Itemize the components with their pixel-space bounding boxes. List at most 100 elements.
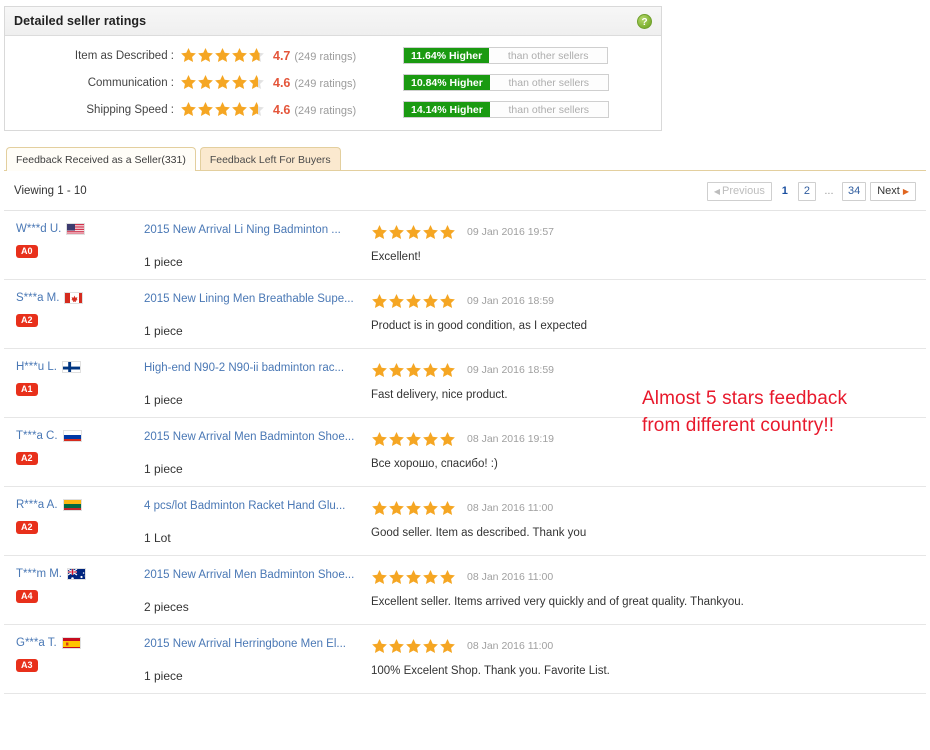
- buyer-name-link[interactable]: H***u L.: [16, 361, 144, 373]
- feedback-star-rating: [371, 430, 456, 448]
- feedback-item-cell: 2015 New Arrival Li Ning Badminton ...1 …: [144, 223, 359, 269]
- buyer-name: T***m M.: [16, 568, 62, 580]
- dsr-row: Item as Described :4.7(249 ratings)11.64…: [5, 42, 661, 69]
- product-title-link[interactable]: 2015 New Arrival Li Ning Badminton ...: [144, 223, 359, 238]
- star-icon: [405, 293, 422, 310]
- dsr-row-label: Shipping Speed :: [5, 104, 180, 116]
- buyer-name-link[interactable]: W***d U.: [16, 223, 144, 235]
- chevron-left-icon: ◀: [714, 187, 720, 196]
- next-page-button[interactable]: Next▶: [870, 182, 916, 201]
- feedback-item-cell: 2015 New Arrival Herringbone Men El... 1 …: [144, 637, 359, 683]
- pagination: ◀Previous 1 2 ... 34 Next▶: [707, 182, 916, 201]
- feedback-content-cell: 09 Jan 2016 18:59Product is in good cond…: [359, 292, 926, 338]
- order-quantity: 1 piece: [144, 669, 359, 683]
- buyer-level-badge: A4: [16, 590, 38, 603]
- star-icon: [405, 224, 422, 241]
- buyer-name-link[interactable]: T***a C.: [16, 430, 144, 442]
- star-icon: [388, 362, 405, 379]
- product-title-link[interactable]: 2015 New Arrival Herringbone Men El...: [144, 637, 359, 652]
- dsr-header: Detailed seller ratings ?: [5, 7, 661, 36]
- feedback-date: 09 Jan 2016 18:59: [467, 364, 554, 376]
- annotation-callout: Almost 5 stars feedback from different c…: [642, 385, 847, 439]
- feedback-comment: 100% Excelent Shop. Thank you. Favorite …: [371, 664, 926, 679]
- product-title-link[interactable]: High-end N90-2 N90-ii badminton rac...: [144, 361, 359, 376]
- buyer-name: H***u L.: [16, 361, 57, 373]
- feedback-star-rating: [371, 361, 456, 379]
- star-icon: [439, 362, 456, 379]
- dsr-comparison-text: than other sellers: [489, 48, 607, 63]
- dsr-row: Shipping Speed :4.6(249 ratings)14.14% H…: [5, 96, 661, 123]
- star-icon: [388, 500, 405, 517]
- order-quantity: 1 piece: [144, 393, 359, 407]
- star-icon: [388, 569, 405, 586]
- star-icon: [197, 47, 214, 64]
- star-icon: [371, 224, 388, 241]
- buyer-level-badge: A2: [16, 314, 38, 327]
- buyer-level-badge: A3: [16, 659, 38, 672]
- question-mark-icon[interactable]: ?: [637, 14, 652, 29]
- order-quantity: 1 piece: [144, 324, 359, 338]
- feedback-meta: 08 Jan 2016 11:00: [371, 637, 926, 655]
- feedback-date: 08 Jan 2016 11:00: [467, 640, 553, 652]
- feedback-row: T***m M. A4 2015 New Arrival Men Badminton…: [4, 556, 926, 625]
- feedback-user-cell: W***d U. A0: [4, 223, 144, 269]
- buyer-name-link[interactable]: T***m M.: [16, 568, 144, 580]
- star-icon: [180, 101, 197, 118]
- star-icon: [388, 431, 405, 448]
- order-quantity: 2 pieces: [144, 600, 359, 614]
- star-icon: [371, 569, 388, 586]
- star-icon: [214, 47, 231, 64]
- dsr-row-label: Communication :: [5, 77, 180, 89]
- feedback-tabs: Feedback Received as a Seller(331)Feedba…: [6, 147, 341, 171]
- buyer-name-link[interactable]: G***a T.: [16, 637, 144, 649]
- dsr-comparison-value: 10.84% Higher: [404, 75, 490, 90]
- dsr-star-rating: [180, 101, 265, 119]
- tab-feedback-left[interactable]: Feedback Left For Buyers: [200, 147, 341, 171]
- dsr-comparison: 14.14% Higherthan other sellers: [403, 101, 609, 118]
- buyer-name-link[interactable]: R***a A.: [16, 499, 144, 511]
- page-button-2[interactable]: 2: [798, 182, 816, 201]
- feedback-user-cell: T***a C.A2: [4, 430, 144, 476]
- product-title-link[interactable]: 2015 New Arrival Men Badminton Shoe...: [144, 568, 359, 583]
- buyer-name: T***a C.: [16, 430, 58, 442]
- feedback-item-cell: 2015 New Lining Men Breathable Supe... 1 …: [144, 292, 359, 338]
- ca-flag-icon: [64, 292, 83, 304]
- dsr-row-label: Item as Described :: [5, 50, 180, 62]
- dsr-rating-count: (249 ratings): [294, 78, 356, 90]
- buyer-name-link[interactable]: S***a M.: [16, 292, 144, 304]
- tab-feedback-received[interactable]: Feedback Received as a Seller(331): [6, 147, 196, 171]
- dsr-comparison-text: than other sellers: [490, 102, 608, 117]
- lt-flag-icon: [63, 499, 82, 511]
- page-button-last[interactable]: 34: [842, 182, 866, 201]
- buyer-level-badge: A0: [16, 245, 38, 258]
- feedback-user-cell: R***a A.A2: [4, 499, 144, 545]
- product-title-link[interactable]: 2015 New Arrival Men Badminton Shoe...: [144, 430, 359, 445]
- feedback-content-cell: 09 Jan 2016 19:57Excellent!: [359, 223, 926, 269]
- feedback-user-cell: H***u L. A1: [4, 361, 144, 407]
- dsr-score: 4.6: [273, 76, 290, 90]
- order-quantity: 1 Lot: [144, 531, 359, 545]
- product-title-link[interactable]: 2015 New Lining Men Breathable Supe...: [144, 292, 359, 307]
- es-flag-icon: [62, 637, 81, 649]
- star-icon: [388, 638, 405, 655]
- star-icon: [422, 431, 439, 448]
- star-icon: [197, 74, 214, 91]
- product-title-link[interactable]: 4 pcs/lot Badminton Racket Hand Glu...: [144, 499, 359, 514]
- star-icon: [405, 362, 422, 379]
- dsr-star-rating: [180, 74, 265, 92]
- fi-flag-icon: [62, 361, 81, 373]
- feedback-date: 08 Jan 2016 19:19: [467, 433, 554, 445]
- star-icon: [439, 431, 456, 448]
- previous-page-button[interactable]: ◀Previous: [707, 182, 772, 201]
- dsr-comparison: 10.84% Higherthan other sellers: [403, 74, 609, 91]
- feedback-list: W***d U. A0 2015 New Arrival Li Ning Badmi…: [4, 211, 926, 694]
- star-icon: [422, 293, 439, 310]
- feedback-row: R***a A.A24 pcs/lot Badminton Racket Han…: [4, 487, 926, 556]
- star-icon: [248, 47, 265, 64]
- star-icon: [405, 431, 422, 448]
- page-button-1[interactable]: 1: [776, 182, 794, 201]
- buyer-level-badge: A1: [16, 383, 38, 396]
- star-icon: [405, 638, 422, 655]
- star-icon: [197, 101, 214, 118]
- feedback-content-cell: 08 Jan 2016 11:00 100% Excelent Shop. Tha…: [359, 637, 926, 683]
